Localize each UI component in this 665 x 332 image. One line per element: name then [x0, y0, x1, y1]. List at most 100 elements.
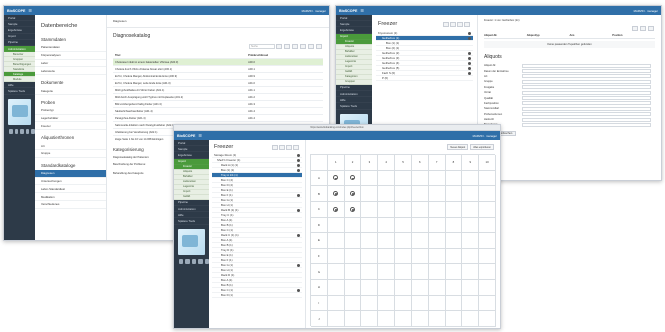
node-menu-icon[interactable]	[297, 168, 300, 172]
node-menu-icon[interactable]	[468, 71, 471, 75]
grid-slot[interactable]	[445, 186, 463, 202]
grid-slot[interactable]	[361, 201, 379, 218]
grid-slot[interactable]	[344, 311, 362, 327]
grid-slot[interactable]	[344, 201, 362, 218]
grid-slot[interactable]	[378, 248, 396, 265]
grid-slot[interactable]	[395, 280, 412, 296]
section-link[interactable]: Freezer	[35, 122, 106, 131]
section-link[interactable]: Verschiedenes	[35, 201, 106, 209]
node-menu-icon[interactable]	[468, 36, 471, 40]
node-menu-icon[interactable]	[297, 263, 300, 267]
node-menu-icon[interactable]	[468, 61, 471, 65]
grid-slot[interactable]	[378, 186, 396, 202]
column-header[interactable]: Anz.	[570, 34, 613, 37]
grid-slot[interactable]	[361, 186, 379, 202]
grid-slot[interactable]	[411, 311, 429, 327]
grid-slot[interactable]	[411, 248, 429, 265]
grid-slot[interactable]	[411, 233, 429, 249]
copy-button[interactable]	[284, 44, 290, 49]
table-row[interactable]: El-Tor, Cholera Mangel, Abdominal Ende E…	[113, 73, 323, 80]
grid-slot[interactable]	[428, 217, 446, 234]
section-link[interactable]: Kategorie	[35, 87, 106, 95]
menu-toggle-icon[interactable]: ☰	[360, 8, 364, 13]
grid-slot[interactable]	[445, 248, 463, 265]
field-input[interactable]	[522, 90, 651, 95]
node-menu-icon[interactable]	[297, 158, 300, 162]
section-link[interactable]: Labor-Standardtest	[35, 185, 106, 194]
filter-button[interactable]	[632, 26, 638, 31]
search-input[interactable]: Suche	[249, 44, 275, 49]
grid-slot[interactable]	[395, 233, 412, 249]
grid-slot[interactable]	[327, 233, 345, 249]
grid-slot[interactable]	[344, 217, 362, 234]
section-link[interactable]: Probentyp	[35, 107, 106, 115]
grid-slot[interactable]	[344, 295, 362, 312]
column-title[interactable]: Titel	[115, 54, 248, 57]
grid-slot[interactable]	[462, 233, 480, 249]
grid-slot[interactable]	[428, 248, 446, 265]
grid-slot[interactable]	[361, 170, 379, 187]
field-input[interactable]	[522, 117, 651, 122]
node-menu-icon[interactable]	[468, 56, 471, 60]
grid-slot[interactable]	[378, 280, 396, 296]
section-link[interactable]: Laborwerte	[35, 67, 106, 76]
tab-diagnosen[interactable]: Diagnosen	[107, 15, 329, 28]
column-header[interactable]: Position	[612, 34, 655, 37]
grid-slot[interactable]	[462, 217, 480, 234]
columns-button[interactable]	[316, 44, 322, 49]
tree-expand-button[interactable]	[279, 144, 285, 150]
youtube-icon[interactable]	[191, 258, 197, 264]
node-menu-icon[interactable]	[297, 153, 300, 157]
grid-slot[interactable]	[411, 201, 429, 218]
new-aliquot-button[interactable]: Neues Aliquot	[447, 144, 469, 150]
column-key[interactable]: Primärschlüssel	[248, 54, 268, 57]
tube-icon[interactable]	[333, 175, 339, 181]
grid-slot[interactable]	[428, 170, 446, 187]
grid-slot[interactable]	[411, 280, 429, 296]
grid-slot[interactable]	[344, 264, 362, 281]
section-link[interactable]: Medikation	[35, 193, 106, 201]
grid-slot[interactable]	[445, 280, 463, 296]
grid-slot[interactable]	[479, 233, 496, 249]
grid-slot[interactable]	[395, 295, 412, 312]
column-header[interactable]: Aliquot-Nr.	[484, 34, 527, 37]
tree-refresh-button[interactable]	[464, 21, 470, 27]
grid-slot[interactable]	[411, 295, 429, 312]
grid-slot[interactable]	[411, 186, 429, 202]
grid-slot[interactable]	[479, 280, 496, 296]
section-link[interactable]: Gruppe	[35, 150, 106, 158]
grid-slot[interactable]	[462, 201, 480, 218]
grid-slot[interactable]	[411, 217, 429, 234]
field-input[interactable]	[522, 96, 651, 101]
tree-add-button[interactable]	[457, 21, 463, 27]
grid-slot[interactable]	[479, 295, 496, 312]
grid-slot[interactable]	[395, 201, 412, 218]
section-link[interactable]: Patientendaten	[35, 44, 106, 52]
grid-slot[interactable]	[361, 311, 379, 327]
grid-slot[interactable]	[361, 280, 379, 296]
grid-slot[interactable]	[428, 280, 446, 296]
grid-slot[interactable]	[378, 170, 396, 187]
grid-slot[interactable]	[462, 186, 480, 202]
grid-slot[interactable]	[344, 233, 362, 249]
field-input[interactable]	[522, 106, 651, 111]
tree-expand-button[interactable]	[450, 21, 456, 27]
tree-node[interactable]: P (0)	[376, 76, 473, 81]
grid-slot[interactable]	[479, 311, 496, 327]
grid-slot[interactable]	[327, 170, 345, 187]
grid-slot[interactable]	[411, 170, 429, 187]
field-input[interactable]	[522, 85, 651, 90]
grid-slot[interactable]	[445, 170, 463, 187]
tube-icon[interactable]	[333, 191, 339, 197]
grid-slot[interactable]	[361, 233, 379, 249]
sidebar-item[interactable]: Spätere Tools	[174, 218, 209, 225]
column-header[interactable]: Aliquottyp	[527, 34, 570, 37]
field-input[interactable]	[522, 122, 651, 127]
field-input[interactable]	[522, 79, 651, 84]
grid-slot[interactable]	[395, 186, 412, 202]
facebook-icon[interactable]	[179, 258, 184, 264]
table-row[interactable]: Mild typhoidhaltes Art Vibrio Fieber (A0…	[113, 87, 323, 94]
user-menu[interactable]: MARVIN · manager	[473, 134, 497, 138]
grid-slot[interactable]	[395, 248, 412, 265]
field-input[interactable]	[522, 101, 651, 106]
